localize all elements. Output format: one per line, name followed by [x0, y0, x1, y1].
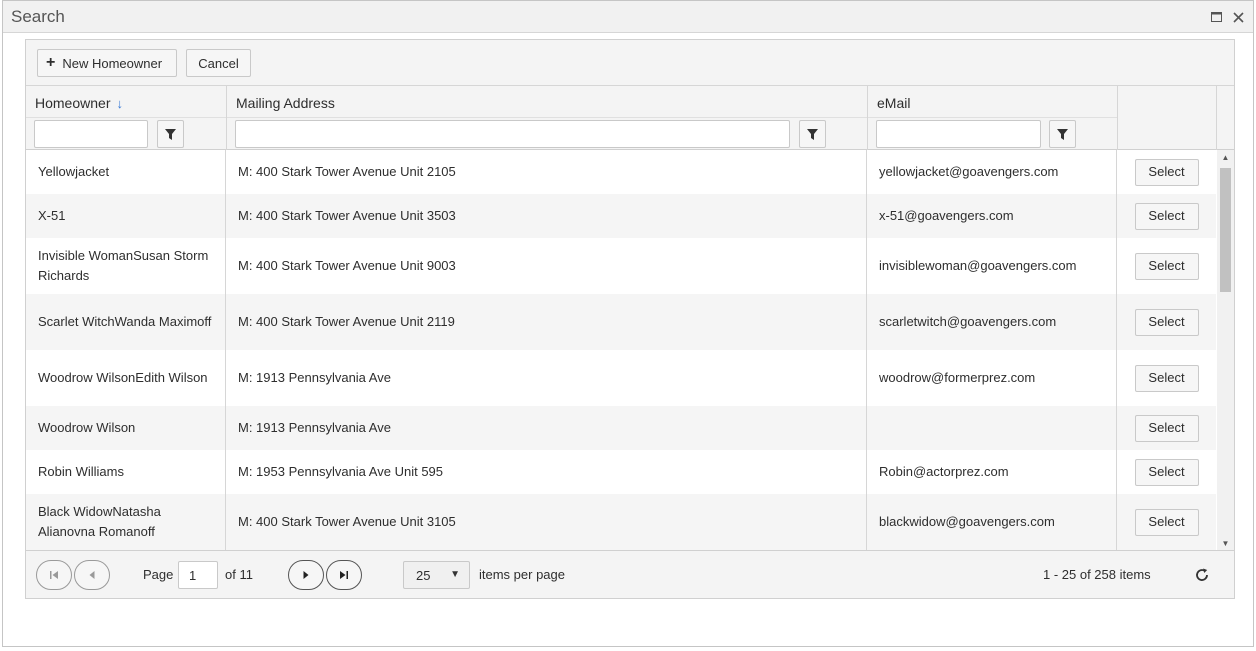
email-cell: woodrow@formerprez.com	[867, 350, 1117, 406]
plus-icon: +	[46, 54, 56, 71]
action-cell: Select	[1117, 294, 1216, 350]
action-cell: Select	[1117, 494, 1216, 550]
header-homeowner[interactable]: Homeowner ↓	[26, 86, 227, 150]
email-cell: invisiblewoman@goavengers.com	[867, 238, 1117, 294]
email-cell: yellowjacket@goavengers.com	[867, 150, 1117, 194]
homeowner-column-title[interactable]: Homeowner ↓	[35, 95, 123, 111]
select-button[interactable]: Select	[1134, 158, 1199, 186]
table-row[interactable]: X-51 M: 400 Stark Tower Avenue Unit 3503…	[26, 194, 1216, 238]
page-size-dropdown[interactable]: 25 ▼	[403, 561, 470, 589]
vertical-scrollbar[interactable]: ▲ ▼	[1217, 150, 1234, 550]
table-row[interactable]: Robin Williams M: 1953 Pennsylvania Ave …	[26, 450, 1216, 494]
scroll-down-icon[interactable]: ▼	[1217, 536, 1234, 550]
first-page-icon[interactable]	[36, 560, 72, 590]
select-button[interactable]: Select	[1134, 202, 1199, 230]
action-cell: Select	[1117, 238, 1216, 294]
mailing-address-filter-input[interactable]	[235, 120, 790, 148]
select-button[interactable]: Select	[1134, 458, 1199, 486]
action-cell: Select	[1117, 150, 1216, 194]
page-label: Page	[143, 567, 174, 582]
select-button[interactable]: Select	[1134, 414, 1199, 442]
email-cell: scarletwitch@goavengers.com	[867, 294, 1117, 350]
table-row[interactable]: Scarlet WitchWanda Maximoff M: 400 Stark…	[26, 294, 1216, 350]
homeowner-cell: Robin Williams	[26, 450, 226, 494]
address-cell: M: 400 Stark Tower Avenue Unit 2119	[226, 294, 867, 350]
mailing-address-column-title[interactable]: Mailing Address	[236, 95, 335, 111]
select-button[interactable]: Select	[1134, 308, 1199, 336]
homeowner-cell: Black WidowNatasha Alianovna Romanoff	[26, 494, 226, 550]
last-page-icon[interactable]	[326, 560, 362, 590]
address-cell: M: 400 Stark Tower Avenue Unit 9003	[226, 238, 867, 294]
homeowner-cell: Woodrow Wilson	[26, 406, 226, 450]
items-per-page-label: items per page	[479, 567, 565, 582]
grid-body: Yellowjacket M: 400 Stark Tower Avenue U…	[26, 150, 1216, 550]
address-cell: M: 1953 Pennsylvania Ave Unit 595	[226, 450, 867, 494]
select-button[interactable]: Select	[1134, 508, 1199, 536]
address-cell: M: 400 Stark Tower Avenue Unit 3105	[226, 494, 867, 550]
email-filter-input[interactable]	[876, 120, 1041, 148]
header-mailing-address[interactable]: Mailing Address	[227, 86, 868, 150]
previous-page-icon[interactable]	[74, 560, 110, 590]
action-cell: Select	[1117, 450, 1216, 494]
homeowner-cell: Woodrow WilsonEdith Wilson	[26, 350, 226, 406]
filter-row	[868, 117, 1117, 150]
address-cell: M: 400 Stark Tower Avenue Unit 2105	[226, 150, 867, 194]
grid-toolbar: + New Homeowner Cancel	[26, 40, 1234, 86]
header-actions	[1118, 86, 1217, 150]
dialog-title: Search	[11, 7, 65, 26]
pager-info: 1 - 25 of 258 items	[1043, 567, 1151, 582]
scroll-up-icon[interactable]: ▲	[1217, 150, 1234, 164]
grid-pager: Page 1 of 11 25 ▼ items per page 1 - 25 …	[26, 550, 1234, 598]
action-cell: Select	[1117, 194, 1216, 238]
address-cell: M: 1913 Pennsylvania Ave	[226, 350, 867, 406]
header-email[interactable]: eMail	[868, 86, 1118, 150]
close-icon[interactable]	[1229, 8, 1247, 26]
table-row[interactable]: Yellowjacket M: 400 Stark Tower Avenue U…	[26, 150, 1216, 194]
action-cell: Select	[1117, 406, 1216, 450]
filter-icon[interactable]	[1049, 120, 1076, 148]
address-cell: M: 1913 Pennsylvania Ave	[226, 406, 867, 450]
email-cell: x-51@goavengers.com	[867, 194, 1117, 238]
filter-icon[interactable]	[157, 120, 184, 148]
chevron-down-icon: ▼	[450, 569, 460, 580]
email-cell: Robin@actorprez.com	[867, 450, 1117, 494]
search-dialog: Search + New Homeowner Cancel Homeowner ↓	[2, 0, 1254, 647]
table-row[interactable]: Invisible WomanSusan Storm Richards M: 4…	[26, 238, 1216, 294]
email-cell: blackwidow@goavengers.com	[867, 494, 1117, 550]
page-count-label: of 11	[225, 567, 253, 582]
maximize-icon[interactable]	[1207, 8, 1225, 26]
table-row[interactable]: Black WidowNatasha Alianovna Romanoff M:…	[26, 494, 1216, 550]
homeowner-grid: + New Homeowner Cancel Homeowner ↓ Mailin…	[25, 39, 1235, 599]
cancel-button[interactable]: Cancel	[186, 49, 251, 77]
page-size-value: 25	[416, 567, 431, 583]
select-button[interactable]: Select	[1134, 364, 1199, 392]
homeowner-filter-input[interactable]	[34, 120, 148, 148]
action-cell: Select	[1117, 350, 1216, 406]
grid-header: Homeowner ↓ Mailing Address eMail	[26, 86, 1234, 150]
new-homeowner-button[interactable]: + New Homeowner	[37, 49, 177, 77]
address-cell: M: 400 Stark Tower Avenue Unit 3503	[226, 194, 867, 238]
next-page-icon[interactable]	[288, 560, 324, 590]
email-cell	[867, 406, 1117, 450]
filter-row	[227, 117, 867, 150]
filter-icon[interactable]	[799, 120, 826, 148]
table-row[interactable]: Woodrow WilsonEdith Wilson M: 1913 Penns…	[26, 350, 1216, 406]
select-button[interactable]: Select	[1134, 252, 1199, 280]
refresh-icon[interactable]	[1191, 564, 1213, 586]
sort-descending-icon: ↓	[116, 96, 123, 111]
homeowner-cell: Scarlet WitchWanda Maximoff	[26, 294, 226, 350]
scrollbar-thumb[interactable]	[1220, 168, 1231, 292]
homeowner-cell: Invisible WomanSusan Storm Richards	[26, 238, 226, 294]
title-bar: Search	[3, 1, 1253, 33]
homeowner-cell: X-51	[26, 194, 226, 238]
homeowner-cell: Yellowjacket	[26, 150, 226, 194]
page-number-input[interactable]: 1	[178, 561, 218, 589]
table-row[interactable]: Woodrow Wilson M: 1913 Pennsylvania Ave …	[26, 406, 1216, 450]
new-homeowner-label: New Homeowner	[62, 55, 163, 71]
email-column-title[interactable]: eMail	[877, 95, 910, 111]
filter-row	[26, 117, 226, 150]
